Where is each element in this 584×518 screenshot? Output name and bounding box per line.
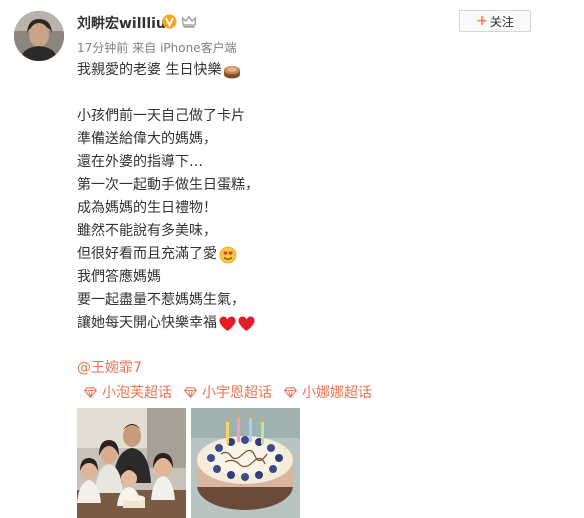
diamond-topic-icon — [184, 386, 197, 398]
text-line: 我親愛的老婆 生日快樂 — [77, 59, 259, 82]
text-line: 還在外婆的指導下… — [77, 154, 203, 170]
text-line — [77, 82, 259, 105]
post-source: 来自 iPhone客户端 — [132, 41, 237, 55]
cake-icon — [224, 65, 241, 78]
plus-icon: + — [476, 13, 488, 29]
crown-icon — [181, 15, 197, 28]
avatar[interactable] — [14, 11, 64, 61]
text-line: 準備送給偉大的媽媽， — [77, 131, 217, 147]
family-photo[interactable] — [77, 408, 186, 518]
text-line: 讓她每天開心快樂幸福 — [77, 312, 259, 335]
topic-link[interactable]: 小娜娜超话 — [284, 382, 372, 402]
follow-button[interactable]: + 关注 — [459, 10, 531, 32]
topic-link[interactable]: 小泡芙超话 — [84, 382, 172, 402]
text-line: 但很好看而且充滿了愛 — [77, 243, 259, 266]
gold-v-verified-icon — [162, 14, 177, 29]
red-heart-icon — [219, 316, 236, 331]
post-meta: 17分钟前 来自 iPhone客户端 — [77, 39, 237, 56]
text-line: 成為媽媽的生日禮物！ — [77, 200, 217, 216]
diamond-topic-icon — [84, 386, 97, 398]
topic-link[interactable]: 小宇恩超话 — [184, 382, 272, 402]
text-line: 我們答應媽媽 — [77, 269, 161, 285]
heart-eyes-face-icon — [219, 246, 237, 263]
diamond-topic-icon — [284, 386, 297, 398]
follow-label: 关注 — [489, 14, 514, 29]
topic-list: 小泡芙超话 小宇恩超话 小娜娜超话 — [84, 382, 384, 402]
username[interactable]: 刘畊宏willliu — [77, 13, 166, 33]
text-line: 要一起盡量不惹媽媽生氣， — [77, 292, 245, 308]
cake-photo[interactable] — [191, 408, 300, 518]
post-time[interactable]: 17分钟前 — [77, 41, 128, 55]
text-line: 第一次一起動手做生日蛋糕， — [77, 177, 259, 193]
red-heart-icon — [238, 316, 255, 331]
text-line: 小孩們前一天自己做了卡片 — [77, 108, 245, 124]
post-text: 我親愛的老婆 生日快樂 小孩們前一天自己做了卡片 準備送給偉大的媽媽， 還在外婆… — [77, 59, 259, 335]
mention-link[interactable]: @王婉霏7 — [77, 357, 142, 377]
text-line: 雖然不能說有多美味， — [77, 223, 217, 239]
